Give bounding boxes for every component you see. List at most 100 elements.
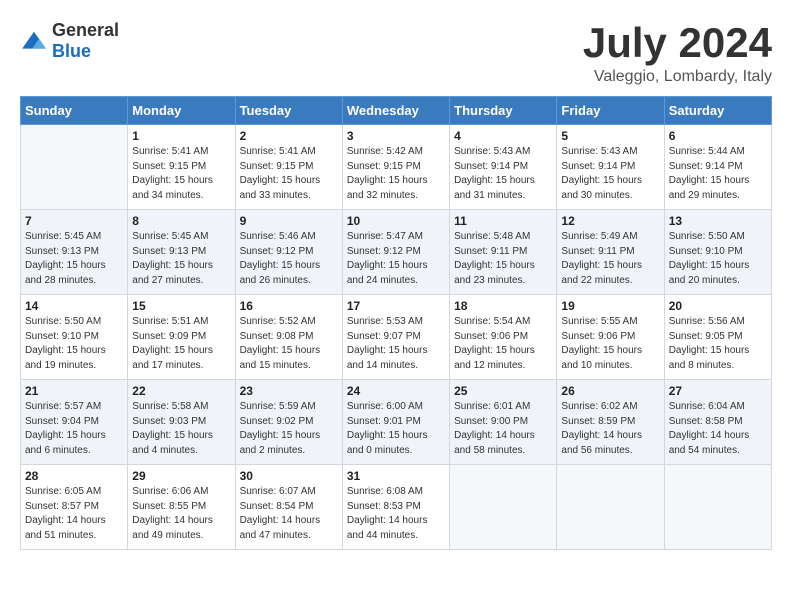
day-info: Sunrise: 5:42 AMSunset: 9:15 PMDaylight:… bbox=[347, 145, 445, 203]
weekday-header-thursday: Thursday bbox=[450, 97, 557, 125]
day-info: Sunrise: 5:54 AMSunset: 9:06 PMDaylight:… bbox=[454, 315, 552, 373]
day-info: Sunrise: 6:06 AMSunset: 8:55 PMDaylight:… bbox=[132, 485, 230, 543]
calendar-cell: 24Sunrise: 6:00 AMSunset: 9:01 PMDayligh… bbox=[342, 380, 449, 465]
calendar-cell: 8 Sunrise: 5:45 AMSunset: 9:13 PMDaylight… bbox=[128, 210, 235, 295]
calendar-cell: 13 Sunrise: 5:50 AMSunset: 9:10 PMDayligh… bbox=[664, 210, 771, 295]
calendar-cell: 5Sunrise: 5:43 AMSunset: 9:14 PMDaylight… bbox=[557, 125, 664, 210]
weekday-header-saturday: Saturday bbox=[664, 97, 771, 125]
calendar-cell: 31 Sunrise: 6:08 AMSunset: 8:53 PMDayligh… bbox=[342, 465, 449, 550]
day-number: 28 bbox=[25, 469, 123, 483]
day-number: 26 bbox=[561, 384, 659, 398]
day-info: Sunrise: 6:00 AMSunset: 9:01 PMDaylight:… bbox=[347, 400, 445, 458]
calendar-week-row: 14Sunrise: 5:50 AMSunset: 9:10 PMDayligh… bbox=[21, 295, 772, 380]
calendar-cell bbox=[557, 465, 664, 550]
day-info: Sunrise: 5:58 AMSunset: 9:03 PMDaylight:… bbox=[132, 400, 230, 458]
day-number: 19 bbox=[561, 299, 659, 313]
day-number: 25 bbox=[454, 384, 552, 398]
calendar-cell: 18Sunrise: 5:54 AMSunset: 9:06 PMDayligh… bbox=[450, 295, 557, 380]
day-number: 16 bbox=[240, 299, 338, 313]
day-info: Sunrise: 5:44 AMSunset: 9:14 PMDaylight:… bbox=[669, 145, 767, 203]
day-number: 31 bbox=[347, 469, 445, 483]
calendar-cell: 12Sunrise: 5:49 AMSunset: 9:11 PMDayligh… bbox=[557, 210, 664, 295]
day-number: 27 bbox=[669, 384, 767, 398]
calendar-cell: 21 Sunrise: 5:57 AMSunset: 9:04 PMDayligh… bbox=[21, 380, 128, 465]
logo: General Blue bbox=[20, 20, 119, 62]
day-number: 12 bbox=[561, 214, 659, 228]
day-number: 10 bbox=[347, 214, 445, 228]
day-number: 23 bbox=[240, 384, 338, 398]
calendar-cell: 28 Sunrise: 6:05 AMSunset: 8:57 PMDayligh… bbox=[21, 465, 128, 550]
day-number: 21 bbox=[25, 384, 123, 398]
day-info: Sunrise: 6:08 AMSunset: 8:53 PMDaylight:… bbox=[347, 485, 445, 543]
day-number: 1 bbox=[132, 129, 230, 143]
day-info: Sunrise: 6:02 AMSunset: 8:59 PMDaylight:… bbox=[561, 400, 659, 458]
logo-general-text: General bbox=[52, 20, 119, 40]
calendar-cell: 25Sunrise: 6:01 AMSunset: 9:00 PMDayligh… bbox=[450, 380, 557, 465]
day-info: Sunrise: 5:53 AMSunset: 9:07 PMDaylight:… bbox=[347, 315, 445, 373]
day-number: 13 bbox=[669, 214, 767, 228]
calendar-cell: 15 Sunrise: 5:51 AMSunset: 9:09 PMDayligh… bbox=[128, 295, 235, 380]
day-info: Sunrise: 5:48 AMSunset: 9:11 PMDaylight:… bbox=[454, 230, 552, 288]
weekday-header-row: SundayMondayTuesdayWednesdayThursdayFrid… bbox=[21, 97, 772, 125]
location-title: Valeggio, Lombardy, Italy bbox=[583, 68, 772, 86]
day-info: Sunrise: 5:57 AMSunset: 9:04 PMDaylight:… bbox=[25, 400, 123, 458]
day-info: Sunrise: 5:51 AMSunset: 9:09 PMDaylight:… bbox=[132, 315, 230, 373]
calendar-cell: 14Sunrise: 5:50 AMSunset: 9:10 PMDayligh… bbox=[21, 295, 128, 380]
calendar-cell: 3 Sunrise: 5:42 AMSunset: 9:15 PMDaylight… bbox=[342, 125, 449, 210]
logo-blue-text: Blue bbox=[52, 41, 91, 61]
calendar-cell: 4 Sunrise: 5:43 AMSunset: 9:14 PMDaylight… bbox=[450, 125, 557, 210]
calendar-cell: 6 Sunrise: 5:44 AMSunset: 9:14 PMDaylight… bbox=[664, 125, 771, 210]
day-number: 30 bbox=[240, 469, 338, 483]
day-info: Sunrise: 5:41 AMSunset: 9:15 PMDaylight:… bbox=[240, 145, 338, 203]
day-info: Sunrise: 5:52 AMSunset: 9:08 PMDaylight:… bbox=[240, 315, 338, 373]
day-number: 11 bbox=[454, 214, 552, 228]
weekday-header-sunday: Sunday bbox=[21, 97, 128, 125]
day-number: 20 bbox=[669, 299, 767, 313]
calendar-week-row: 28 Sunrise: 6:05 AMSunset: 8:57 PMDayligh… bbox=[21, 465, 772, 550]
calendar-week-row: 21 Sunrise: 5:57 AMSunset: 9:04 PMDayligh… bbox=[21, 380, 772, 465]
day-number: 8 bbox=[132, 214, 230, 228]
day-info: Sunrise: 5:55 AMSunset: 9:06 PMDaylight:… bbox=[561, 315, 659, 373]
day-number: 6 bbox=[669, 129, 767, 143]
weekday-header-wednesday: Wednesday bbox=[342, 97, 449, 125]
month-title: July 2024 bbox=[583, 20, 772, 66]
calendar-week-row: 1 Sunrise: 5:41 AMSunset: 9:15 PMDaylight… bbox=[21, 125, 772, 210]
day-number: 3 bbox=[347, 129, 445, 143]
day-number: 14 bbox=[25, 299, 123, 313]
page-header: General Blue July 2024 Valeggio, Lombard… bbox=[20, 20, 772, 86]
calendar-cell: 19 Sunrise: 5:55 AMSunset: 9:06 PMDayligh… bbox=[557, 295, 664, 380]
day-info: Sunrise: 5:43 AMSunset: 9:14 PMDaylight:… bbox=[561, 145, 659, 203]
calendar-cell bbox=[450, 465, 557, 550]
day-info: Sunrise: 5:43 AMSunset: 9:14 PMDaylight:… bbox=[454, 145, 552, 203]
calendar-cell: 11 Sunrise: 5:48 AMSunset: 9:11 PMDayligh… bbox=[450, 210, 557, 295]
calendar-week-row: 7Sunrise: 5:45 AMSunset: 9:13 PMDaylight… bbox=[21, 210, 772, 295]
title-area: July 2024 Valeggio, Lombardy, Italy bbox=[583, 20, 772, 86]
day-info: Sunrise: 5:50 AMSunset: 9:10 PMDaylight:… bbox=[669, 230, 767, 288]
calendar-cell: 7Sunrise: 5:45 AMSunset: 9:13 PMDaylight… bbox=[21, 210, 128, 295]
calendar-table: SundayMondayTuesdayWednesdayThursdayFrid… bbox=[20, 96, 772, 550]
day-number: 4 bbox=[454, 129, 552, 143]
weekday-header-tuesday: Tuesday bbox=[235, 97, 342, 125]
day-number: 2 bbox=[240, 129, 338, 143]
calendar-cell: 22 Sunrise: 5:58 AMSunset: 9:03 PMDayligh… bbox=[128, 380, 235, 465]
day-info: Sunrise: 5:45 AMSunset: 9:13 PMDaylight:… bbox=[132, 230, 230, 288]
day-info: Sunrise: 5:59 AMSunset: 9:02 PMDaylight:… bbox=[240, 400, 338, 458]
day-info: Sunrise: 6:05 AMSunset: 8:57 PMDaylight:… bbox=[25, 485, 123, 543]
day-number: 22 bbox=[132, 384, 230, 398]
day-info: Sunrise: 5:45 AMSunset: 9:13 PMDaylight:… bbox=[25, 230, 123, 288]
weekday-header-monday: Monday bbox=[128, 97, 235, 125]
day-info: Sunrise: 5:41 AMSunset: 9:15 PMDaylight:… bbox=[132, 145, 230, 203]
day-info: Sunrise: 6:04 AMSunset: 8:58 PMDaylight:… bbox=[669, 400, 767, 458]
calendar-cell: 20Sunrise: 5:56 AMSunset: 9:05 PMDayligh… bbox=[664, 295, 771, 380]
day-number: 15 bbox=[132, 299, 230, 313]
calendar-cell bbox=[664, 465, 771, 550]
day-number: 17 bbox=[347, 299, 445, 313]
calendar-cell: 1 Sunrise: 5:41 AMSunset: 9:15 PMDaylight… bbox=[128, 125, 235, 210]
weekday-header-friday: Friday bbox=[557, 97, 664, 125]
calendar-cell: 17 Sunrise: 5:53 AMSunset: 9:07 PMDayligh… bbox=[342, 295, 449, 380]
calendar-cell: 2 Sunrise: 5:41 AMSunset: 9:15 PMDaylight… bbox=[235, 125, 342, 210]
calendar-cell: 10Sunrise: 5:47 AMSunset: 9:12 PMDayligh… bbox=[342, 210, 449, 295]
day-info: Sunrise: 5:46 AMSunset: 9:12 PMDaylight:… bbox=[240, 230, 338, 288]
calendar-cell: 29Sunrise: 6:06 AMSunset: 8:55 PMDayligh… bbox=[128, 465, 235, 550]
calendar-cell: 23 Sunrise: 5:59 AMSunset: 9:02 PMDayligh… bbox=[235, 380, 342, 465]
